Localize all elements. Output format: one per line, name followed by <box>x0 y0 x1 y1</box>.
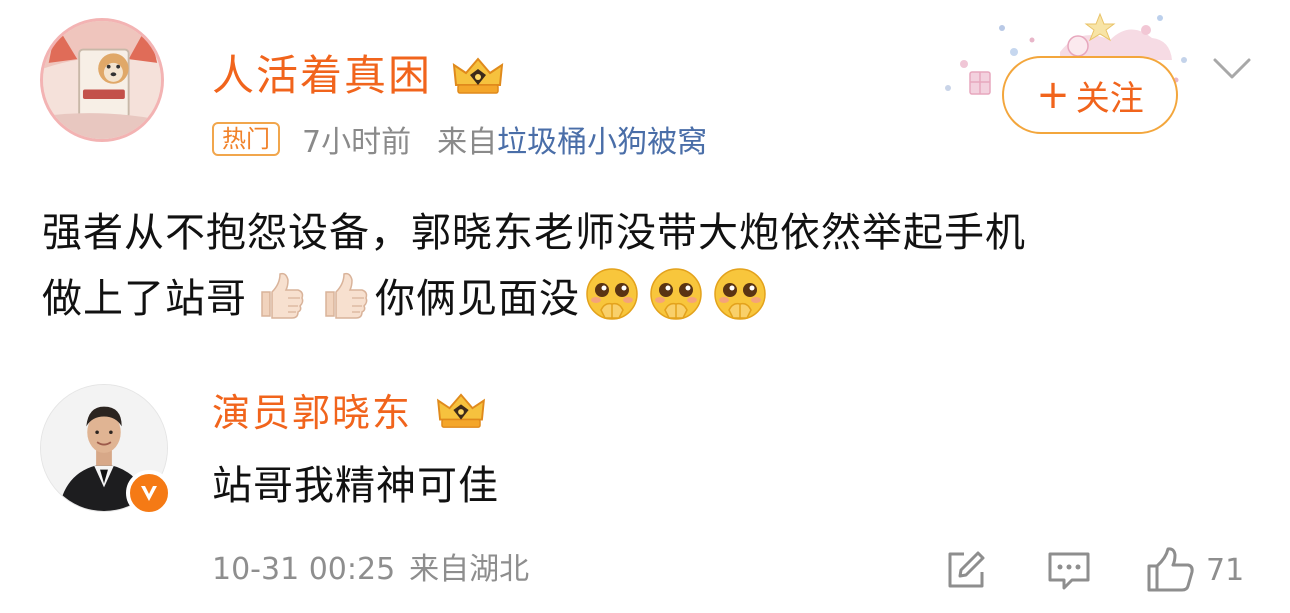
pleading-face-icon <box>583 266 641 324</box>
pleading-face-icon <box>647 266 705 324</box>
chevron-down-icon[interactable] <box>1212 56 1252 82</box>
author-avatar[interactable] <box>40 18 164 142</box>
thumbs-up-outline-icon <box>1147 547 1194 592</box>
crown-icon <box>450 55 506 97</box>
like-button[interactable]: 71 <box>1144 544 1244 596</box>
post-meta: 热门 7小时前 来自 垃圾桶小狗被窝 <box>212 118 707 160</box>
plus-icon: + <box>1036 72 1070 118</box>
comment-icon <box>1048 552 1090 590</box>
reply-author-name[interactable]: 演员郭晓东 <box>212 386 412 440</box>
reply-meta: 10-31 00:25 来自湖北 <box>212 546 529 594</box>
like-count: 71 <box>1206 552 1245 588</box>
post-text-line-2: 做上了站哥 你俩见面没 <box>42 266 1262 332</box>
thumbs-up-icon <box>250 266 308 324</box>
share-button[interactable] <box>944 544 988 596</box>
reply-date: 10-31 00:25 <box>212 552 396 587</box>
from-label: 来自 <box>437 125 498 160</box>
post-text-line-1: 强者从不抱怨设备，郭晓东老师没带大炮依然举起手机 <box>42 210 1026 256</box>
post-text-segment: 做上了站哥 <box>42 276 247 322</box>
comment-button[interactable] <box>1046 544 1092 596</box>
thumbs-up-icon <box>314 266 372 324</box>
verified-v-icon <box>126 470 172 516</box>
post-time: 7小时前 <box>302 125 412 160</box>
follow-area: + 关注 <box>940 0 1195 140</box>
reply-text: 站哥我精神可佳 <box>212 463 499 509</box>
author-name[interactable]: 人活着真困 <box>212 48 432 104</box>
source-link[interactable]: 垃圾桶小狗被窝 <box>497 117 707 161</box>
post-body: 强者从不抱怨设备，郭晓东老师没带大炮依然举起手机 做上了站哥 你俩见面没 <box>42 200 1262 332</box>
share-icon <box>948 551 985 588</box>
crown-icon <box>434 391 488 431</box>
reply-location: 来自湖北 <box>409 552 530 587</box>
hot-badge: 热门 <box>212 122 280 156</box>
pleading-face-icon <box>711 266 769 324</box>
follow-button[interactable]: + 关注 <box>1002 56 1178 134</box>
post-text-segment: 你俩见面没 <box>375 276 580 322</box>
follow-label: 关注 <box>1075 78 1144 119</box>
